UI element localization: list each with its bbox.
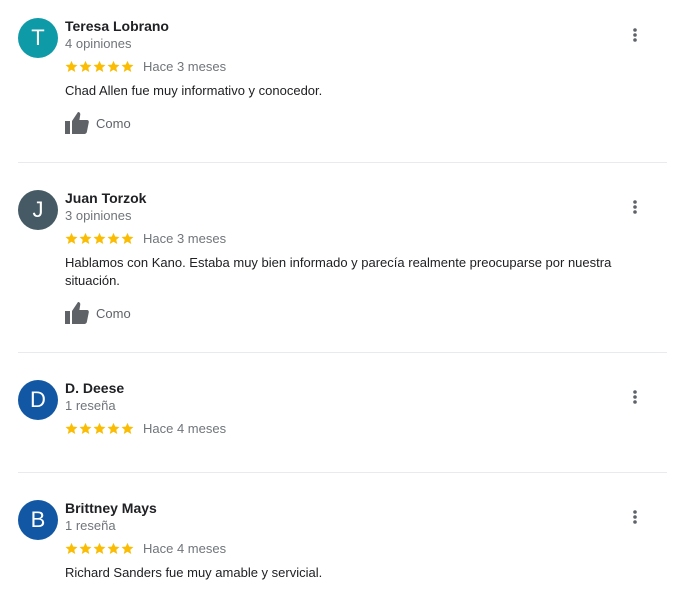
star-icon — [121, 542, 134, 554]
rating-row: Hace 4 meses — [65, 420, 226, 436]
like-button[interactable]: Como — [65, 112, 131, 134]
star-icon — [121, 232, 134, 244]
review-time: Hace 3 meses — [143, 230, 227, 246]
more-vert-icon — [633, 28, 637, 42]
star-icon — [107, 422, 120, 434]
review-text: Richard Sanders fue muy amable y servici… — [65, 565, 323, 580]
avatar[interactable]: B — [18, 500, 58, 540]
star-rating — [65, 60, 134, 73]
more-options-button[interactable] — [624, 386, 646, 408]
star-icon — [121, 60, 134, 72]
review-time: Hace 4 meses — [143, 420, 227, 436]
review-text: Hablamos con Kano. Estaba muy bien infor… — [65, 255, 612, 288]
rating-row: Hace 4 meses — [65, 540, 226, 556]
star-icon — [79, 232, 92, 244]
review-count: 4 opiniones — [65, 36, 132, 51]
star-icon — [93, 60, 106, 72]
review-text: Chad Allen fue muy informativo y conoced… — [65, 83, 323, 98]
more-vert-icon — [633, 510, 637, 524]
divider — [18, 472, 667, 473]
star-icon — [65, 232, 78, 244]
star-icon — [93, 232, 106, 244]
rating-row: Hace 3 meses — [65, 230, 226, 246]
avatar[interactable]: J — [18, 190, 58, 230]
star-icon — [107, 60, 120, 72]
star-icon — [93, 422, 106, 434]
avatar[interactable]: T — [18, 18, 58, 58]
reviewer-name[interactable]: Brittney Mays — [65, 500, 157, 516]
star-icon — [65, 60, 78, 72]
more-vert-icon — [633, 390, 637, 404]
star-icon — [93, 542, 106, 554]
rating-row: Hace 3 meses — [65, 58, 226, 74]
more-options-button[interactable] — [624, 24, 646, 46]
review-time: Hace 4 meses — [143, 540, 227, 556]
star-icon — [79, 60, 92, 72]
star-icon — [107, 542, 120, 554]
more-options-button[interactable] — [624, 196, 646, 218]
divider — [18, 352, 667, 353]
reviewer-name[interactable]: Juan Torzok — [65, 190, 146, 206]
review-count: 3 opiniones — [65, 208, 132, 223]
avatar[interactable]: D — [18, 380, 58, 420]
star-icon — [79, 422, 92, 434]
reviewer-name[interactable]: D. Deese — [65, 380, 124, 396]
divider — [18, 162, 667, 163]
star-icon — [79, 542, 92, 554]
more-vert-icon — [633, 200, 637, 214]
like-label: Como — [96, 115, 131, 131]
star-icon — [121, 422, 134, 434]
review-count: 1 reseña — [65, 398, 116, 413]
review-time: Hace 3 meses — [143, 58, 227, 74]
more-options-button[interactable] — [624, 506, 646, 528]
star-rating — [65, 422, 134, 435]
thumbs-up-icon — [65, 302, 89, 324]
like-label: Como — [96, 305, 131, 321]
star-icon — [107, 232, 120, 244]
review-count: 1 reseña — [65, 518, 116, 533]
star-icon — [65, 422, 78, 434]
star-rating — [65, 232, 134, 245]
reviewer-name[interactable]: Teresa Lobrano — [65, 18, 169, 34]
thumbs-up-icon — [65, 112, 89, 134]
like-button[interactable]: Como — [65, 302, 131, 324]
star-rating — [65, 542, 134, 555]
star-icon — [65, 542, 78, 554]
